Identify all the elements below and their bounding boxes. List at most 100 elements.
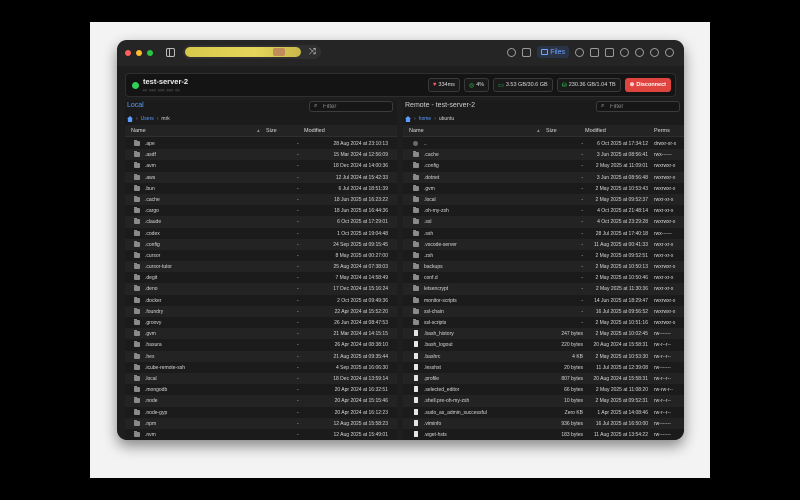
shuffle-icon[interactable]: ⤨ [309,46,316,57]
remote-filter-input[interactable] [610,103,676,111]
globe-icon[interactable] [620,47,629,57]
table-row[interactable]: ssl-chain - 16 Jul 2025 at 09:56:52 rwxrwxr… [403,305,684,317]
table-row[interactable]: .wget-hsts 183 bytes 11 Aug 2025 at 13:54:… [403,429,684,440]
table-row[interactable]: .asdf - 15 Mar 2024 at 12:56:09 [125,149,397,161]
sidebar-toggle-icon[interactable] [166,48,175,57]
table-row[interactable]: .bash_logout 220 bytes 20 Aug 2024 at 15:5… [403,339,684,350]
close-window-button[interactable] [125,50,131,56]
sort-icon[interactable]: ▴ [257,128,260,134]
disconnect-button[interactable]: ⊗ Disconnect [624,78,671,92]
column-name[interactable]: Name [131,128,146,134]
home-icon[interactable] [405,116,411,122]
table-row[interactable]: .docker - 2 Oct 2025 at 09:49:36 [125,295,397,306]
table-row[interactable]: .zsh - 2 May 2025 at 09:52:51 rwxr-xr-x [403,250,684,261]
table-row[interactable]: .foundry - 22 Apr 2024 at 15:52:20 [125,305,397,317]
table-row[interactable]: .local - 2 May 2025 at 09:52:37 rwxr-xr-x [403,193,684,206]
sort-icon[interactable]: ▴ [537,128,540,134]
refresh-icon[interactable] [665,47,674,57]
table-row[interactable]: .config - 2 May 2025 at 11:09:01 rwxrwxr-x [403,160,684,171]
breadcrumb-item[interactable]: ubuntu [439,116,454,122]
minimize-window-button[interactable] [136,50,142,56]
home-icon[interactable] [127,116,133,122]
table-row[interactable]: .sudo_as_admin_successful Zero KB 1 Apr 20… [403,407,684,418]
host-name: test-server-2 [143,77,189,86]
zoom-window-button[interactable] [147,50,153,56]
column-modified[interactable]: Modified [585,128,606,134]
table-row[interactable]: .cache - 3 Jun 2025 at 08:56:41 rwx------ [403,149,684,161]
table-row[interactable]: .npm - 12 Aug 2025 at 15:58:23 [125,417,397,429]
table-row[interactable]: ssl-scripts - 2 May 2025 at 10:51:16 rwxrwx… [403,317,684,328]
status-pill[interactable]: ⤨ [183,45,321,59]
breadcrumb-separator: › [414,116,416,122]
table-row[interactable]: .selected_editor 66 bytes 2 May 2025 at 11… [403,384,684,395]
fork-icon[interactable] [650,47,659,57]
table-row[interactable]: .mongodb - 20 Apr 2024 at 16:32:51 [125,384,397,395]
table-row[interactable]: .ape - 28 Aug 2024 at 23:10:13 [125,138,397,149]
breadcrumb-item[interactable]: Users [141,116,154,122]
table-row[interactable]: .node - 20 Apr 2024 at 15:15:46 [125,395,397,407]
gear-icon[interactable] [507,47,517,57]
table-row[interactable]: conf.d - 2 May 2025 at 10:50:46 rwxr-xr-x [403,272,684,283]
column-modified[interactable]: Modified [304,128,325,134]
table-row[interactable]: .ssh - 28 Jul 2025 at 17:40:18 rwx------ [403,228,684,239]
table-row[interactable]: .oh-my-zsh - 4 Oct 2025 at 21:48:14 rwxr-xr… [403,205,684,216]
table-row[interactable]: .degit - 7 May 2024 at 14:58:49 [125,272,397,283]
table-row[interactable]: .bun - 6 Jul 2024 at 18:51:39 [125,183,397,194]
column-size[interactable]: Size [546,128,557,134]
file-size: 20 bytes [564,364,583,371]
table-row[interactable]: .gvm - 2 May 2025 at 10:53:43 rwxrwxr-x [403,183,684,194]
table-row[interactable]: .. - 6 Oct 2025 at 17:34:12 drwxr-xr-x [403,138,684,149]
table-row[interactable]: .bashrc 4 KB 2 May 2025 at 10:53:30 rw-r--r… [403,350,684,362]
shield-icon[interactable] [635,47,644,57]
disconnect-label: Disconnect [636,82,666,88]
table-row[interactable]: .gvm - 21 Mar 2024 at 14:15:15 [125,328,397,340]
column-name[interactable]: Name [409,128,424,134]
table-row[interactable]: .vscode-server - 11 Aug 2025 at 00:41:33 rw… [403,238,684,250]
table-row[interactable]: backups - 2 May 2025 at 10:50:13 rwxrwxr-x [403,261,684,273]
file-name: .sudo_as_admin_successful [424,409,487,416]
monitor-icon[interactable] [590,47,599,57]
table-row[interactable]: .hasura - 26 Apr 2024 at 08:38:10 [125,339,397,350]
file-icon [414,430,418,437]
terminal-icon[interactable] [522,47,532,57]
table-row[interactable]: .lesshst 20 bytes 11 Jul 2025 at 12:39:08 r… [403,362,684,373]
table-row[interactable]: .profile 807 bytes 20 Aug 2024 at 15:58:31… [403,372,684,385]
file-size: - [297,297,299,304]
local-filter-input[interactable] [323,103,389,111]
column-perms[interactable]: Perms [654,128,670,134]
table-row[interactable]: .viminfo 936 bytes 16 Jul 2025 at 16:50:00… [403,417,684,429]
table-row[interactable]: .cache - 18 Jun 2025 at 16:23:22 [125,193,397,206]
table-row[interactable]: .claude - 6 Oct 2025 at 17:29:01 [125,216,397,228]
table-row[interactable]: .icube-remote-ssh - 4 Sep 2025 at 16:06:30 [125,362,397,373]
history-icon[interactable] [575,47,584,57]
table-row[interactable]: .local - 18 Dec 2024 at 13:59:14 [125,372,397,385]
file-size: - [581,264,583,271]
table-row[interactable]: .codex - 1 Oct 2025 at 19:04:48 [125,228,397,239]
table-row[interactable]: .aws - 12 Jul 2024 at 15:42:33 [125,171,397,183]
files-button[interactable]: Files [537,46,569,58]
table-row[interactable]: .cursor - 8 May 2025 at 00:27:00 [125,250,397,261]
table-row[interactable]: .shell.pre-oh-my-zsh 10 bytes 2 May 2025 a… [403,395,684,407]
folder-icon [134,184,140,191]
table-row[interactable]: .cursor-tutor - 25 Aug 2024 at 07:38:03 [125,261,397,273]
table-row[interactable]: .cargo - 18 Jun 2025 at 16:44:36 [125,205,397,216]
table-row[interactable]: .dotnet - 3 Jun 2025 at 08:56:48 rwxrwxr-x [403,171,684,183]
table-row[interactable]: monitor-scripts - 14 Jun 2025 at 18:29:47 r… [403,295,684,306]
table-row[interactable]: .nvm - 12 Aug 2025 at 15:49:01 [125,429,397,440]
file-size: - [297,163,299,170]
table-row[interactable]: letsencrypt - 2 May 2025 at 11:30:36 rwxr-x… [403,283,684,295]
table-row[interactable]: .groovy - 26 Jun 2024 at 08:47:53 [125,317,397,328]
table-row[interactable]: .hex - 21 Aug 2025 at 09:35:44 [125,350,397,362]
column-size[interactable]: Size [266,128,277,134]
table-row[interactable]: .node-gyp - 20 Apr 2024 at 16:12:23 [125,407,397,418]
breadcrumb-item[interactable]: mrk [161,116,169,122]
table-row[interactable]: .bash_history 247 bytes 2 May 2025 at 10:0… [403,328,684,340]
cube-icon[interactable] [605,47,614,57]
table-row[interactable]: .deno - 17 Dec 2024 at 15:16:24 [125,283,397,295]
breadcrumb-item[interactable]: home [419,116,432,122]
folder-icon [413,207,419,214]
cpu-badge: ◎ 4% [463,78,490,92]
table-row[interactable]: .config - 24 Sep 2025 at 09:15:45 [125,238,397,250]
table-row[interactable]: .ssl - 4 Oct 2025 at 23:29:28 rwxrwxr-x [403,216,684,228]
table-row[interactable]: .avm - 18 Dec 2024 at 14:00:36 [125,160,397,171]
